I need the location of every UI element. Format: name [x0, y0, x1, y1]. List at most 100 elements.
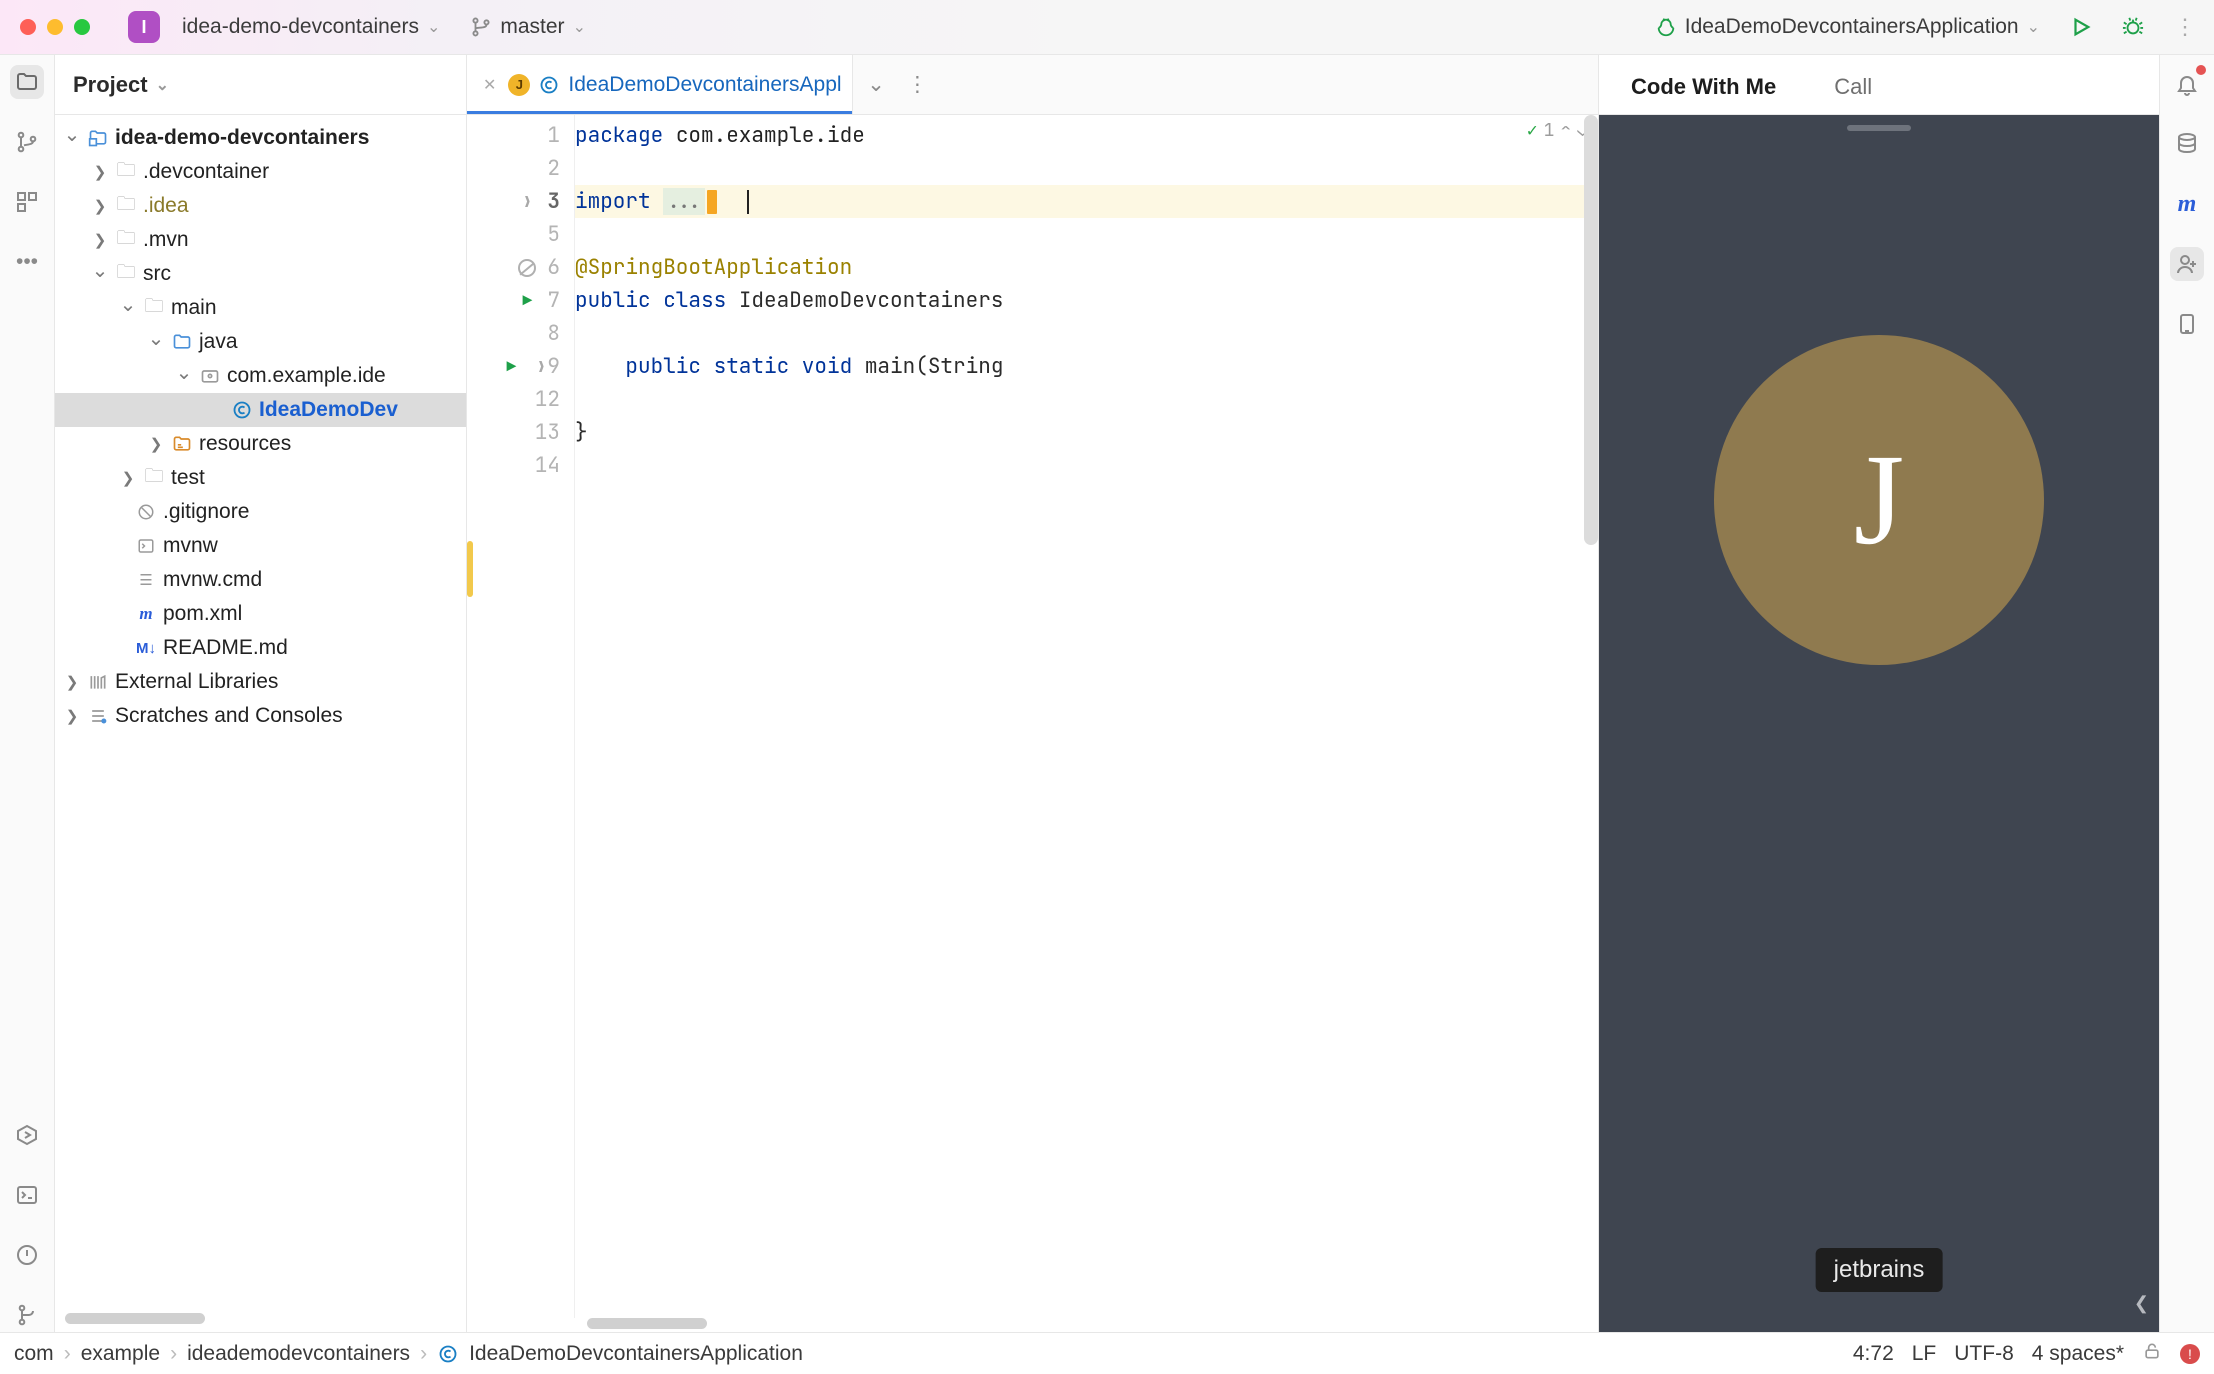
project-dropdown[interactable]: idea-demo-devcontainers ⌄: [174, 11, 448, 43]
cursor-position[interactable]: 4:72: [1853, 1342, 1894, 1366]
crumb[interactable]: example: [81, 1342, 160, 1366]
tree-label: com.example.ide: [227, 364, 386, 388]
expand-icon[interactable]: [91, 262, 109, 287]
database-tool-button[interactable]: [2170, 127, 2204, 161]
expand-icon[interactable]: [147, 435, 165, 453]
run-gutter-icon[interactable]: ▶: [501, 356, 521, 377]
minimize-icon[interactable]: [47, 19, 63, 35]
more-tool-button[interactable]: •••: [10, 245, 44, 279]
code-content[interactable]: ✓ 1 ⌃ ⌄ package com.example.ide import .…: [575, 115, 1598, 1318]
inspections-widget[interactable]: ✓ 1 ⌃ ⌄: [1527, 119, 1588, 142]
expand-icon[interactable]: [119, 296, 137, 321]
file-encoding[interactable]: UTF-8: [1954, 1342, 2014, 1366]
drag-handle-icon[interactable]: [1847, 125, 1911, 131]
tree-item[interactable]: src: [55, 257, 466, 291]
line-number: 3: [547, 188, 560, 215]
tablist-dropdown[interactable]: ⌄: [867, 72, 885, 97]
code-editor[interactable]: 1 2 ❯3 5 6 ▶7 8 ▶❯9 12 13 14 ✓ 1 ⌃ ⌄ pac: [467, 115, 1598, 1318]
branch-dropdown[interactable]: master ⌄: [462, 11, 594, 43]
editor-horizontal-scrollbar[interactable]: [467, 1318, 1598, 1332]
notifications-button[interactable]: [2170, 67, 2204, 101]
more-vertical-icon[interactable]: ⋮: [907, 72, 928, 97]
tree-label: pom.xml: [163, 602, 242, 626]
problems-tool-button[interactable]: [10, 1238, 44, 1272]
tree-horizontal-scrollbar[interactable]: [65, 1313, 456, 1324]
collapse-panel-icon[interactable]: ❮: [2134, 1293, 2149, 1314]
tree-item[interactable]: mvnw.cmd: [55, 563, 466, 597]
cwm-tool-button[interactable]: [2170, 247, 2204, 281]
folder-icon: [143, 297, 165, 319]
project-panel-header[interactable]: Project ⌄: [55, 55, 466, 115]
tab-call[interactable]: Call: [1808, 74, 1898, 114]
tree-item[interactable]: resources: [55, 427, 466, 461]
close-icon[interactable]: [20, 19, 36, 35]
expand-icon[interactable]: [147, 330, 165, 355]
crumb[interactable]: ideademodevcontainers: [187, 1342, 410, 1366]
tree-item[interactable]: com.example.ide: [55, 359, 466, 393]
terminal-tool-button[interactable]: [10, 1178, 44, 1212]
up-icon[interactable]: ⌃: [1560, 119, 1571, 142]
more-button[interactable]: ⋮: [2166, 10, 2204, 44]
crumb[interactable]: IdeaDemoDevcontainersApplication: [469, 1342, 803, 1366]
code-token: (String: [915, 353, 1003, 380]
tree-item[interactable]: .idea: [55, 189, 466, 223]
line-separator[interactable]: LF: [1912, 1342, 1937, 1366]
run-button[interactable]: [2062, 12, 2100, 42]
editor-tab[interactable]: ✕ J IdeaDemoDevcontainersAppl: [467, 55, 853, 114]
vcs-tool-button[interactable]: [10, 125, 44, 159]
crumb[interactable]: com: [14, 1342, 54, 1366]
tab-title: IdeaDemoDevcontainersAppl: [568, 73, 841, 97]
project-tree[interactable]: idea-demo-devcontainers .devcontainer .i…: [55, 115, 466, 1307]
editor-vertical-scrollbar[interactable]: [1584, 115, 1598, 1318]
line-number: 12: [535, 386, 560, 413]
tree-item[interactable]: .gitignore: [55, 495, 466, 529]
class-icon: [538, 74, 560, 96]
code-fold[interactable]: ...: [663, 188, 705, 215]
fullscreen-icon[interactable]: [74, 19, 90, 35]
expand-icon[interactable]: [63, 673, 81, 691]
readonly-icon[interactable]: [2142, 1341, 2162, 1367]
tree-root[interactable]: idea-demo-devcontainers: [55, 121, 466, 155]
debug-button[interactable]: [2114, 12, 2152, 42]
breadcrumb[interactable]: com› example› ideademodevcontainers› Ide…: [14, 1342, 803, 1366]
services-tool-button[interactable]: [10, 1118, 44, 1152]
folder-icon: [115, 263, 137, 285]
close-tab-icon[interactable]: ✕: [483, 75, 496, 95]
folder-icon: [115, 229, 137, 251]
scratches-icon: [87, 705, 109, 727]
tree-item[interactable]: mvnw: [55, 529, 466, 563]
participant-avatar: J: [1714, 335, 2044, 665]
problems-indicator[interactable]: !: [2180, 1344, 2200, 1364]
tree-item[interactable]: Scratches and Consoles: [55, 699, 466, 733]
expand-icon[interactable]: [63, 126, 81, 151]
expand-icon[interactable]: [175, 364, 193, 389]
tree-item[interactable]: main: [55, 291, 466, 325]
expand-icon[interactable]: [91, 231, 109, 249]
tree-item[interactable]: java: [55, 325, 466, 359]
tab-code-with-me[interactable]: Code With Me: [1605, 74, 1802, 114]
folder-icon: [115, 195, 137, 217]
expand-icon[interactable]: [91, 197, 109, 215]
tree-item[interactable]: .mvn: [55, 223, 466, 257]
tree-item[interactable]: mpom.xml: [55, 597, 466, 631]
tree-item[interactable]: M↓README.md: [55, 631, 466, 665]
run-gutter-icon[interactable]: ▶: [517, 290, 537, 311]
maven-icon: m: [2178, 191, 2197, 218]
tree-item[interactable]: External Libraries: [55, 665, 466, 699]
indent-settings[interactable]: 4 spaces*: [2032, 1342, 2124, 1366]
gutter-icon[interactable]: [517, 259, 537, 277]
git-tool-button[interactable]: [10, 1298, 44, 1332]
tree-item[interactable]: .devcontainer: [55, 155, 466, 189]
expand-icon[interactable]: [119, 469, 137, 487]
project-tool-button[interactable]: [10, 65, 44, 99]
window-controls: [20, 19, 90, 35]
structure-tool-button[interactable]: [10, 185, 44, 219]
expand-icon[interactable]: [91, 163, 109, 181]
fold-icon[interactable]: ❯: [517, 192, 537, 212]
tree-item[interactable]: test: [55, 461, 466, 495]
tree-item-selected[interactable]: IdeaDemoDev: [55, 393, 466, 427]
device-tool-button[interactable]: [2170, 307, 2204, 341]
expand-icon[interactable]: [63, 707, 81, 725]
maven-tool-button[interactable]: m: [2170, 187, 2204, 221]
run-config-dropdown[interactable]: IdeaDemoDevcontainersApplication ⌄: [1647, 11, 2048, 43]
